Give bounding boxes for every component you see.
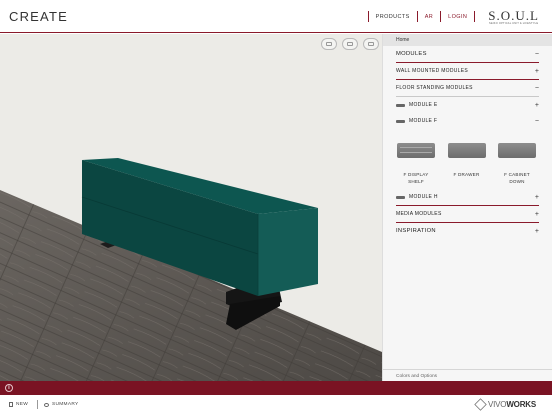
file-icon bbox=[9, 402, 13, 407]
scene-render bbox=[0, 158, 382, 381]
footer-divider bbox=[37, 400, 38, 409]
footer: NEW SUMMARY VIVOWORKS bbox=[0, 395, 552, 414]
module-h-label: MODULE H bbox=[409, 194, 438, 200]
collapse-icon[interactable]: − bbox=[535, 118, 539, 125]
eye-icon bbox=[44, 402, 49, 407]
module-e-label: MODULE E bbox=[409, 102, 438, 108]
product-name: F CABINET DOWN bbox=[504, 172, 530, 184]
section-floor-standing[interactable]: FLOOR STANDING MODULES − bbox=[396, 80, 539, 96]
nav-divider bbox=[440, 11, 442, 22]
section-wall-mounted[interactable]: WALL MOUNTED MODULES + bbox=[396, 63, 539, 79]
brand-tagline: SEIKO OPTICAL UNIT & LIFESTYLE bbox=[489, 21, 539, 25]
product-card[interactable]: F DISPLAY SHELF bbox=[397, 143, 435, 185]
new-label: NEW bbox=[16, 402, 29, 407]
vivo-text: VIVO bbox=[488, 400, 507, 409]
brand-logo[interactable]: S.O.U.L SEIKO OPTICAL UNIT & LIFESTYLE bbox=[488, 9, 539, 25]
nav-login-link[interactable]: LOGIN bbox=[444, 14, 471, 20]
section-media-modules[interactable]: MEDIA MODULES + bbox=[396, 206, 539, 222]
section-inspiration-label: INSPIRATION bbox=[396, 228, 436, 234]
drawer-icon bbox=[447, 143, 486, 158]
works-text: WORKS bbox=[506, 400, 536, 409]
cabinet-side bbox=[258, 208, 318, 296]
module-f-item[interactable]: MODULE F − bbox=[396, 113, 539, 129]
expand-icon[interactable]: + bbox=[535, 211, 539, 218]
brand-name: S.O.U.L bbox=[488, 7, 539, 23]
collapse-icon[interactable]: − bbox=[535, 85, 539, 92]
product-name: F DRAWER bbox=[453, 172, 480, 177]
section-modules-label: MODULES bbox=[396, 51, 427, 57]
nav-divider bbox=[474, 11, 476, 22]
module-e-item[interactable]: MODULE E + bbox=[396, 97, 539, 113]
summary-button[interactable]: SUMMARY bbox=[44, 402, 79, 407]
collapse-icon[interactable]: − bbox=[535, 51, 539, 58]
module-h-item[interactable]: MODULE H + bbox=[396, 189, 539, 205]
module-icon bbox=[396, 195, 405, 199]
display-shelf-icon bbox=[397, 143, 435, 158]
product-name: F DISPLAY SHELF bbox=[403, 172, 429, 184]
section-inspiration[interactable]: INSPIRATION + bbox=[396, 223, 539, 239]
summary-label: SUMMARY bbox=[52, 402, 79, 407]
info-icon[interactable]: i bbox=[5, 384, 13, 392]
section-modules[interactable]: MODULES − bbox=[396, 46, 539, 62]
product-list: F DISPLAY SHELF F DRAWER F CABINET DOWN bbox=[397, 143, 536, 185]
nav-divider bbox=[367, 11, 369, 22]
product-card[interactable]: F CABINET DOWN bbox=[498, 143, 536, 185]
3d-viewport[interactable] bbox=[0, 34, 382, 381]
expand-icon[interactable]: + bbox=[535, 102, 539, 109]
cabinet-icon bbox=[498, 143, 536, 158]
view-toolbar bbox=[321, 38, 379, 50]
section-floor-standing-label: FLOOR STANDING MODULES bbox=[396, 85, 473, 91]
app-title: CREATE bbox=[9, 9, 68, 24]
nav-divider bbox=[416, 11, 418, 22]
expand-icon[interactable]: + bbox=[535, 228, 539, 235]
colors-options-link[interactable]: Colors and Options bbox=[383, 369, 552, 381]
header: CREATE PRODUCTS AR LOGIN S.O.U.L SEIKO O… bbox=[0, 0, 552, 33]
nav-products-link[interactable]: PRODUCTS bbox=[372, 14, 414, 20]
camera-view-icon[interactable] bbox=[363, 38, 379, 50]
new-button[interactable]: NEW bbox=[9, 402, 28, 407]
camera-view-icon[interactable] bbox=[321, 38, 337, 50]
module-icon bbox=[396, 103, 405, 107]
vivoworks-logo: VIVOWORKS bbox=[474, 398, 536, 411]
module-icon bbox=[396, 119, 405, 123]
expand-icon[interactable]: + bbox=[535, 194, 539, 201]
nav-ar-link[interactable]: AR bbox=[421, 14, 437, 20]
camera-view-icon[interactable] bbox=[342, 38, 358, 50]
section-wall-mounted-label: WALL MOUNTED MODULES bbox=[396, 68, 469, 74]
side-panel: Home MODULES − WALL MOUNTED MODULES + FL… bbox=[382, 34, 552, 381]
expand-icon[interactable]: + bbox=[535, 68, 539, 75]
section-media-modules-label: MEDIA MODULES bbox=[396, 211, 442, 217]
product-card[interactable]: F DRAWER bbox=[447, 143, 486, 185]
vivoworks-mark-icon bbox=[474, 398, 487, 411]
breadcrumb[interactable]: Home bbox=[383, 34, 552, 46]
top-nav: PRODUCTS AR LOGIN S.O.U.L SEIKO OPTICAL … bbox=[365, 0, 552, 33]
module-f-label: MODULE F bbox=[409, 118, 438, 124]
status-bar: i bbox=[0, 381, 552, 395]
